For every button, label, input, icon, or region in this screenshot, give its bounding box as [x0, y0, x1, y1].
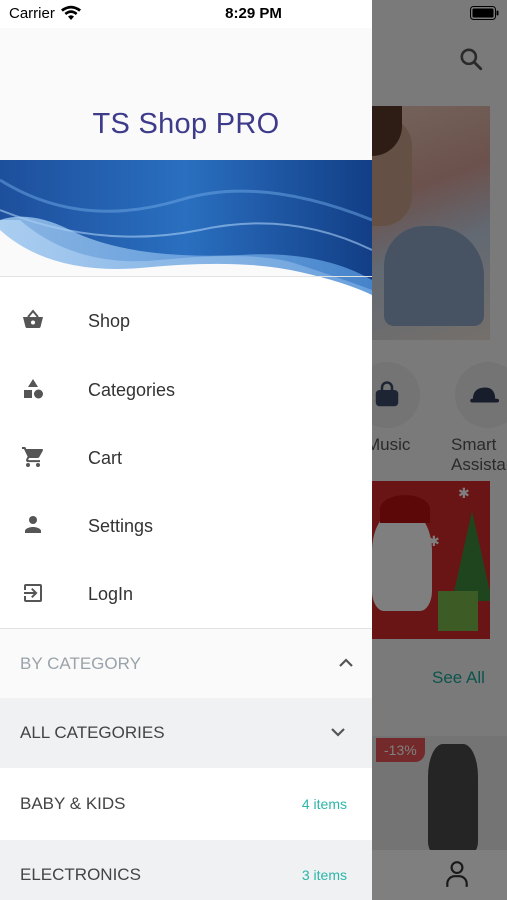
person-icon	[25, 516, 41, 533]
category-label: BABY & KIDS	[20, 794, 126, 813]
menu-label: LogIn	[88, 584, 134, 604]
shapes-icon	[24, 379, 43, 399]
menu-item-categories[interactable]: Categories	[0, 355, 372, 423]
chevron-down-icon	[331, 728, 345, 737]
divider	[0, 276, 372, 277]
status-time: 8:29 PM	[225, 5, 282, 22]
category-row-all[interactable]: ALL CATEGORIES	[0, 698, 372, 768]
menu-label: Cart	[88, 448, 123, 468]
menu-item-shop[interactable]: Shop	[0, 286, 372, 354]
header-wave-graphic	[0, 160, 372, 295]
menu-label: Settings	[88, 516, 154, 536]
menu-label: Shop	[88, 311, 131, 331]
item-count: 3 items	[301, 867, 347, 883]
category-row-baby-kids[interactable]: BABY & KIDS 4 items	[0, 769, 372, 839]
chevron-up-icon	[339, 658, 353, 667]
app-title: TS Shop PRO	[92, 108, 280, 140]
category-label: ELECTRONICS	[20, 865, 141, 884]
menu-item-cart[interactable]: Cart	[0, 423, 372, 491]
navigation-drawer: TS Shop PRO Carrier Shop Categories Cart…	[0, 0, 372, 900]
menu-label: Categories	[88, 380, 176, 400]
cart-icon	[22, 447, 44, 467]
category-label: ALL CATEGORIES	[20, 723, 165, 742]
menu-item-settings[interactable]: Settings	[0, 491, 372, 559]
basket-icon	[23, 309, 43, 329]
menu-item-login[interactable]: LogIn	[0, 559, 372, 627]
category-row-electronics[interactable]: ELECTRONICS 3 items	[0, 840, 372, 900]
by-category-header[interactable]: BY CATEGORY	[0, 629, 372, 698]
login-icon	[24, 584, 42, 602]
item-count: 4 items	[301, 796, 347, 812]
by-category-label: BY CATEGORY	[20, 654, 141, 673]
drawer-header: TS Shop PRO	[0, 28, 372, 295]
